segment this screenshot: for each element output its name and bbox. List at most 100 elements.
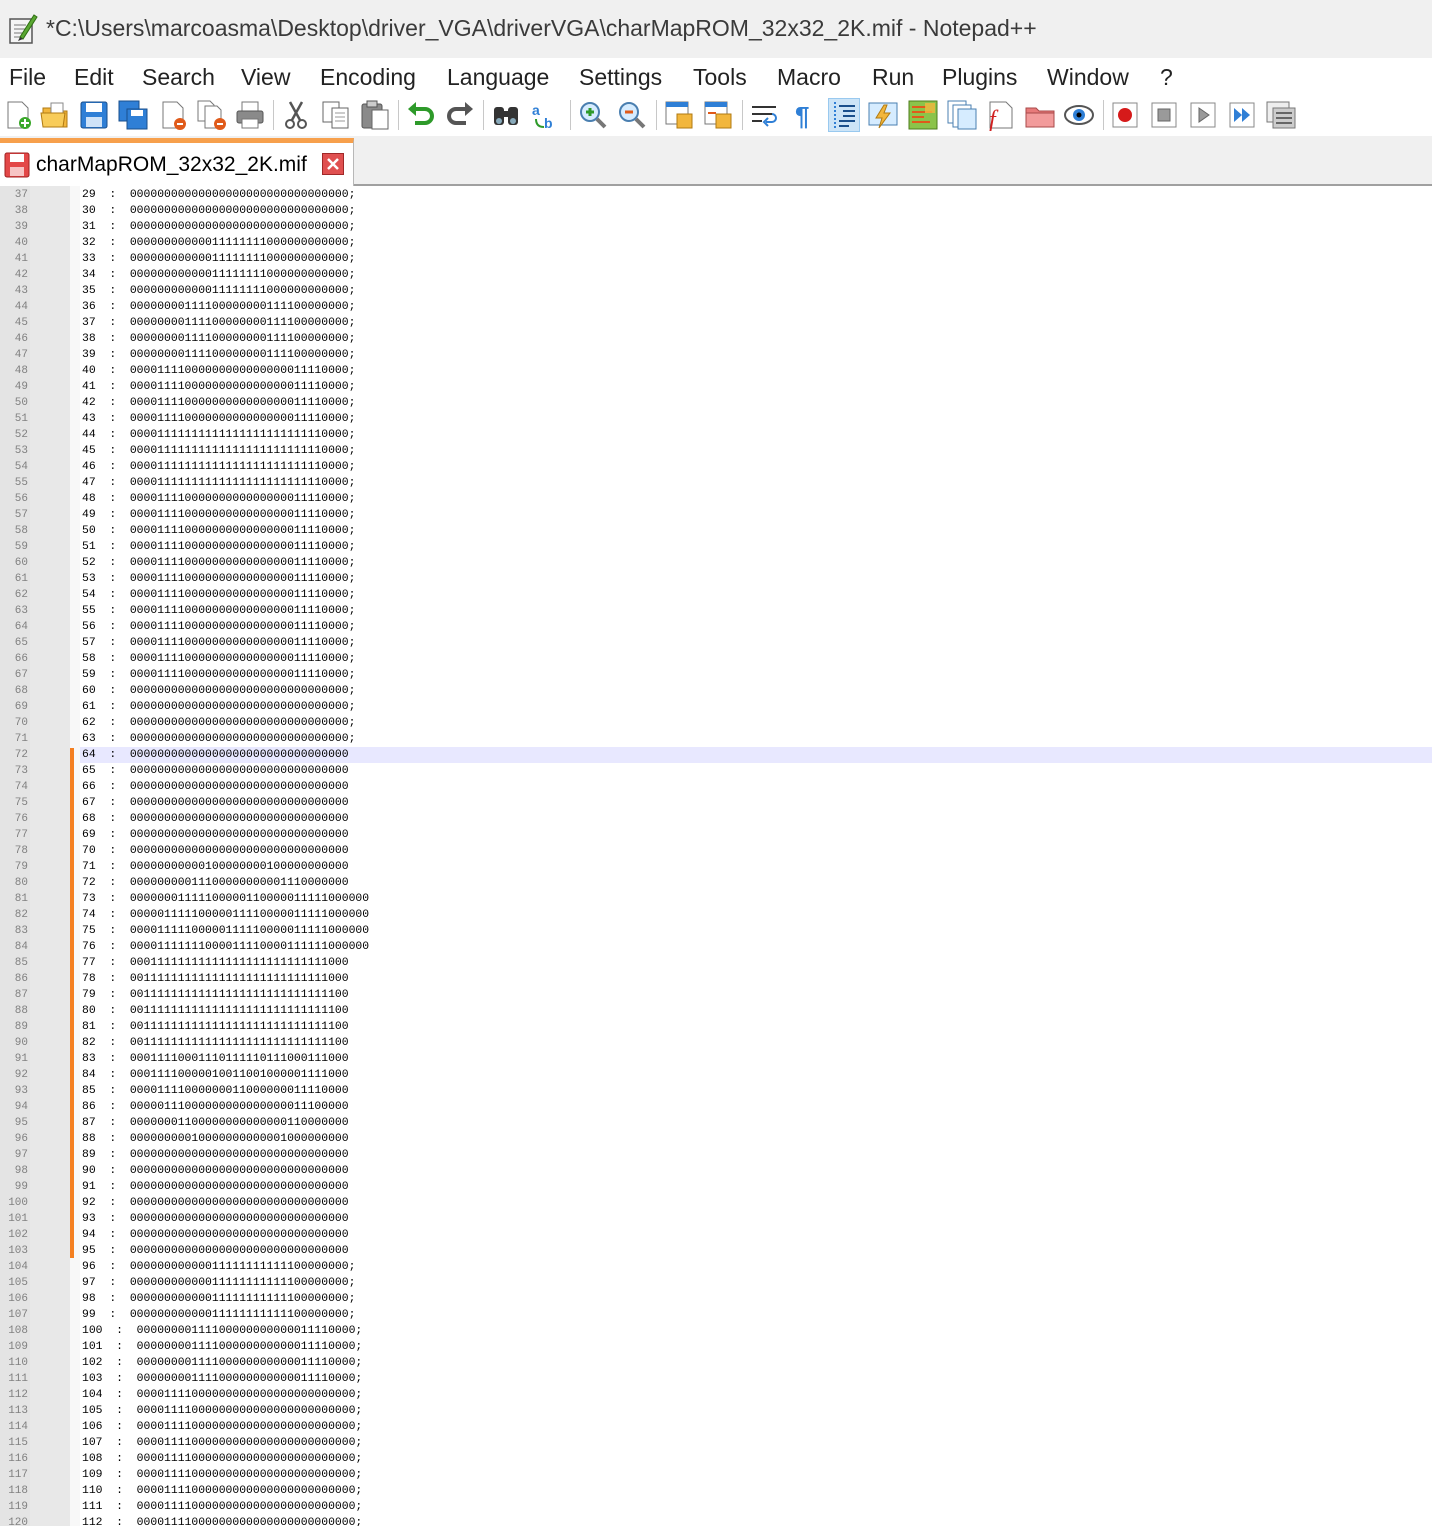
menu-language[interactable]: Language [447, 64, 549, 91]
code-line[interactable]: 53 : 00001111000000000000000011110000; [82, 571, 355, 587]
new-file-icon[interactable] [3, 99, 35, 131]
code-line[interactable]: 44 : 00001111111111111111111111110000; [82, 427, 355, 443]
menu-help[interactable]: ? [1160, 64, 1173, 91]
code-line[interactable]: 81 : 00111111111111111111111111111100 [82, 1019, 349, 1035]
code-line[interactable]: 38 : 00000000111100000000111100000000; [82, 331, 355, 347]
word-wrap-icon[interactable] [749, 99, 781, 131]
code-line[interactable]: 74 : 00000111110000011110000011111000000 [82, 907, 369, 923]
code-line[interactable]: 82 : 00111111111111111111111111111100 [82, 1035, 349, 1051]
code-line[interactable]: 103 : 00000000111100000000000011110000; [82, 1371, 362, 1387]
code-line[interactable]: 50 : 00001111000000000000000011110000; [82, 523, 355, 539]
code-line[interactable]: 83 : 00011110001110111110111000111000 [82, 1051, 349, 1067]
code-line[interactable]: 91 : 00000000000000000000000000000000 [82, 1179, 349, 1195]
close-all-icon[interactable] [196, 99, 228, 131]
code-line[interactable]: 42 : 00001111000000000000000011110000; [82, 395, 355, 411]
code-line[interactable]: 35 : 00000000000011111111000000000000; [82, 283, 355, 299]
code-line[interactable]: 94 : 00000000000000000000000000000000 [82, 1227, 349, 1243]
symbol-margin[interactable] [30, 186, 70, 1526]
code-line[interactable]: 99 : 00000000000011111111111100000000; [82, 1307, 355, 1323]
monitoring-icon[interactable] [1063, 99, 1095, 131]
code-line[interactable]: 58 : 00001111000000000000000011110000; [82, 651, 355, 667]
sync-horizontal-icon[interactable] [702, 99, 734, 131]
print-icon[interactable] [234, 99, 266, 131]
code-line[interactable]: 100 : 00000000111100000000000011110000; [82, 1323, 362, 1339]
code-line[interactable]: 43 : 00001111000000000000000011110000; [82, 411, 355, 427]
code-line[interactable]: 86 : 00000111000000000000000011100000 [82, 1099, 349, 1115]
editor[interactable]: 37 38 39 40 41 42 43 44 45 46 47 48 49 50 51 52 53 54 55 56… [0, 186, 1432, 1526]
code-line[interactable]: 29 : 00000000000000000000000000000000; [82, 187, 355, 203]
code-line[interactable]: 77 : 00011111111111111111111111111000 [82, 955, 349, 971]
show-all-characters-icon[interactable]: ¶ [788, 99, 820, 131]
menu-plugins[interactable]: Plugins [942, 64, 1017, 91]
close-tab-icon[interactable] [322, 153, 344, 175]
code-line[interactable]: 64 : 00000000000000000000000000000000 [82, 747, 349, 763]
code-line[interactable]: 39 : 00000000111100000000111100000000; [82, 347, 355, 363]
code-line[interactable]: 101 : 00000000111100000000000011110000; [82, 1339, 362, 1355]
code-line[interactable]: 36 : 00000000111100000000111100000000; [82, 299, 355, 315]
cut-icon[interactable] [280, 99, 312, 131]
code-line[interactable]: 69 : 00000000000000000000000000000000 [82, 827, 349, 843]
code-line[interactable]: 48 : 00001111000000000000000011110000; [82, 491, 355, 507]
code-line[interactable]: 32 : 00000000000011111111000000000000; [82, 235, 355, 251]
sync-vertical-icon[interactable] [663, 99, 695, 131]
code-line[interactable]: 96 : 00000000000011111111111100000000; [82, 1259, 355, 1275]
zoom-in-icon[interactable] [577, 99, 609, 131]
undo-icon[interactable] [405, 99, 437, 131]
code-line[interactable]: 67 : 00000000000000000000000000000000 [82, 795, 349, 811]
code-line[interactable]: 92 : 00000000000000000000000000000000 [82, 1195, 349, 1211]
code-line[interactable]: 30 : 00000000000000000000000000000000; [82, 203, 355, 219]
code-line[interactable]: 33 : 00000000000011111111000000000000; [82, 251, 355, 267]
code-line[interactable]: 63 : 00000000000000000000000000000000; [82, 731, 355, 747]
code-line[interactable]: 106 : 00001111000000000000000000000000; [82, 1419, 362, 1435]
code-line[interactable]: 109 : 00001111000000000000000000000000; [82, 1467, 362, 1483]
code-line[interactable]: 49 : 00001111000000000000000011110000; [82, 507, 355, 523]
zoom-out-icon[interactable] [616, 99, 648, 131]
code-line[interactable]: 95 : 00000000000000000000000000000000 [82, 1243, 349, 1259]
stop-recording-icon[interactable] [1148, 99, 1180, 131]
code-line[interactable]: 72 : 00000000011100000000001110000000 [82, 875, 349, 891]
folder-as-workspace-icon[interactable] [1024, 99, 1056, 131]
code-line[interactable]: 51 : 00001111000000000000000011110000; [82, 539, 355, 555]
code-line[interactable]: 71 : 00000000000100000000100000000000 [82, 859, 349, 875]
code-line[interactable]: 31 : 00000000000000000000000000000000; [82, 219, 355, 235]
code-line[interactable]: 93 : 00000000000000000000000000000000 [82, 1211, 349, 1227]
menu-tools[interactable]: Tools [693, 64, 747, 91]
document-list-icon[interactable] [946, 99, 978, 131]
save-all-icon[interactable] [117, 99, 149, 131]
code-line[interactable]: 73 : 00000001111100000110000011111000000 [82, 891, 369, 907]
save-macro-icon[interactable] [1265, 99, 1297, 131]
replace-icon[interactable]: ab [530, 99, 562, 131]
code-line[interactable]: 66 : 00000000000000000000000000000000 [82, 779, 349, 795]
code-line[interactable]: 111 : 00001111000000000000000000000000; [82, 1499, 362, 1515]
code-line[interactable]: 59 : 00001111000000000000000011110000; [82, 667, 355, 683]
menu-search[interactable]: Search [142, 64, 215, 91]
menu-view[interactable]: View [241, 64, 290, 91]
code-line[interactable]: 78 : 00111111111111111111111111111000 [82, 971, 349, 987]
paste-icon[interactable] [359, 99, 391, 131]
menu-window[interactable]: Window [1047, 64, 1129, 91]
code-line[interactable]: 61 : 00000000000000000000000000000000; [82, 699, 355, 715]
user-defined-language-icon[interactable] [867, 99, 899, 131]
menu-encoding[interactable]: Encoding [320, 64, 416, 91]
menu-run[interactable]: Run [872, 64, 914, 91]
code-line[interactable]: 52 : 00001111000000000000000011110000; [82, 555, 355, 571]
tab-charmaprom[interactable]: charMapROM_32x32_2K.mif [0, 138, 354, 186]
code-line[interactable]: 89 : 00000000000000000000000000000000 [82, 1147, 349, 1163]
code-line[interactable]: 34 : 00000000000011111111000000000000; [82, 267, 355, 283]
code-line[interactable]: 110 : 00001111000000000000000000000000; [82, 1483, 362, 1499]
find-icon[interactable] [490, 99, 522, 131]
code-line[interactable]: 107 : 00001111000000000000000000000000; [82, 1435, 362, 1451]
code-line[interactable]: 97 : 00000000000011111111111100000000; [82, 1275, 355, 1291]
function-list-icon[interactable]: f [985, 99, 1017, 131]
open-file-icon[interactable] [39, 99, 71, 131]
record-macro-icon[interactable] [1109, 99, 1141, 131]
redo-icon[interactable] [444, 99, 476, 131]
code-line[interactable]: 57 : 00001111000000000000000011110000; [82, 635, 355, 651]
code-line[interactable]: 56 : 00001111000000000000000011110000; [82, 619, 355, 635]
code-line[interactable]: 84 : 00011110000010011001000001111000 [82, 1067, 349, 1083]
code-line[interactable]: 60 : 00000000000000000000000000000000; [82, 683, 355, 699]
playback-macro-icon[interactable] [1187, 99, 1219, 131]
code-line[interactable]: 46 : 00001111111111111111111111110000; [82, 459, 355, 475]
code-line[interactable]: 75 : 00001111100000111110000011111000000 [82, 923, 369, 939]
code-line[interactable]: 80 : 00111111111111111111111111111100 [82, 1003, 349, 1019]
